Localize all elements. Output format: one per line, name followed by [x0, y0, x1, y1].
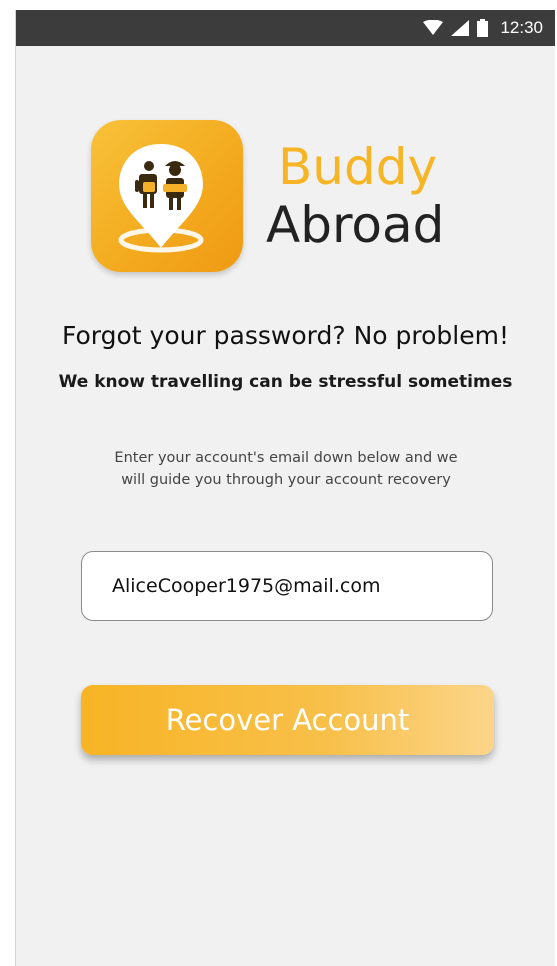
status-bar: 12:30 [16, 10, 555, 46]
signal-icon [451, 20, 470, 36]
page-title: Forgot your password? No problem! [61, 321, 509, 350]
brand-name-line1: Buddy [278, 138, 438, 196]
battery-icon [477, 19, 489, 37]
instructions-line-1: Enter your account's email down below an… [114, 450, 458, 466]
brand-wordmark: Buddy Abroad [266, 142, 444, 250]
instructions-line-2: will guide you through your account reco… [121, 472, 451, 488]
app-logo-icon [91, 120, 243, 272]
instructions-text: Enter your account's email down below an… [66, 447, 506, 491]
recover-account-button[interactable]: Recover Account [81, 685, 494, 755]
phone-screen: 12:30 Buddy Abroad Forgot your password?… [15, 10, 555, 966]
logo-row: Buddy Abroad [16, 120, 555, 280]
email-field[interactable] [81, 551, 493, 621]
status-time: 12:30 [500, 18, 543, 37]
page-subtitle: We know travelling can be stressful some… [58, 372, 513, 392]
brand-name-line2: Abroad [266, 196, 445, 254]
wifi-icon [423, 20, 444, 36]
status-icons: 12:30 [423, 10, 543, 46]
